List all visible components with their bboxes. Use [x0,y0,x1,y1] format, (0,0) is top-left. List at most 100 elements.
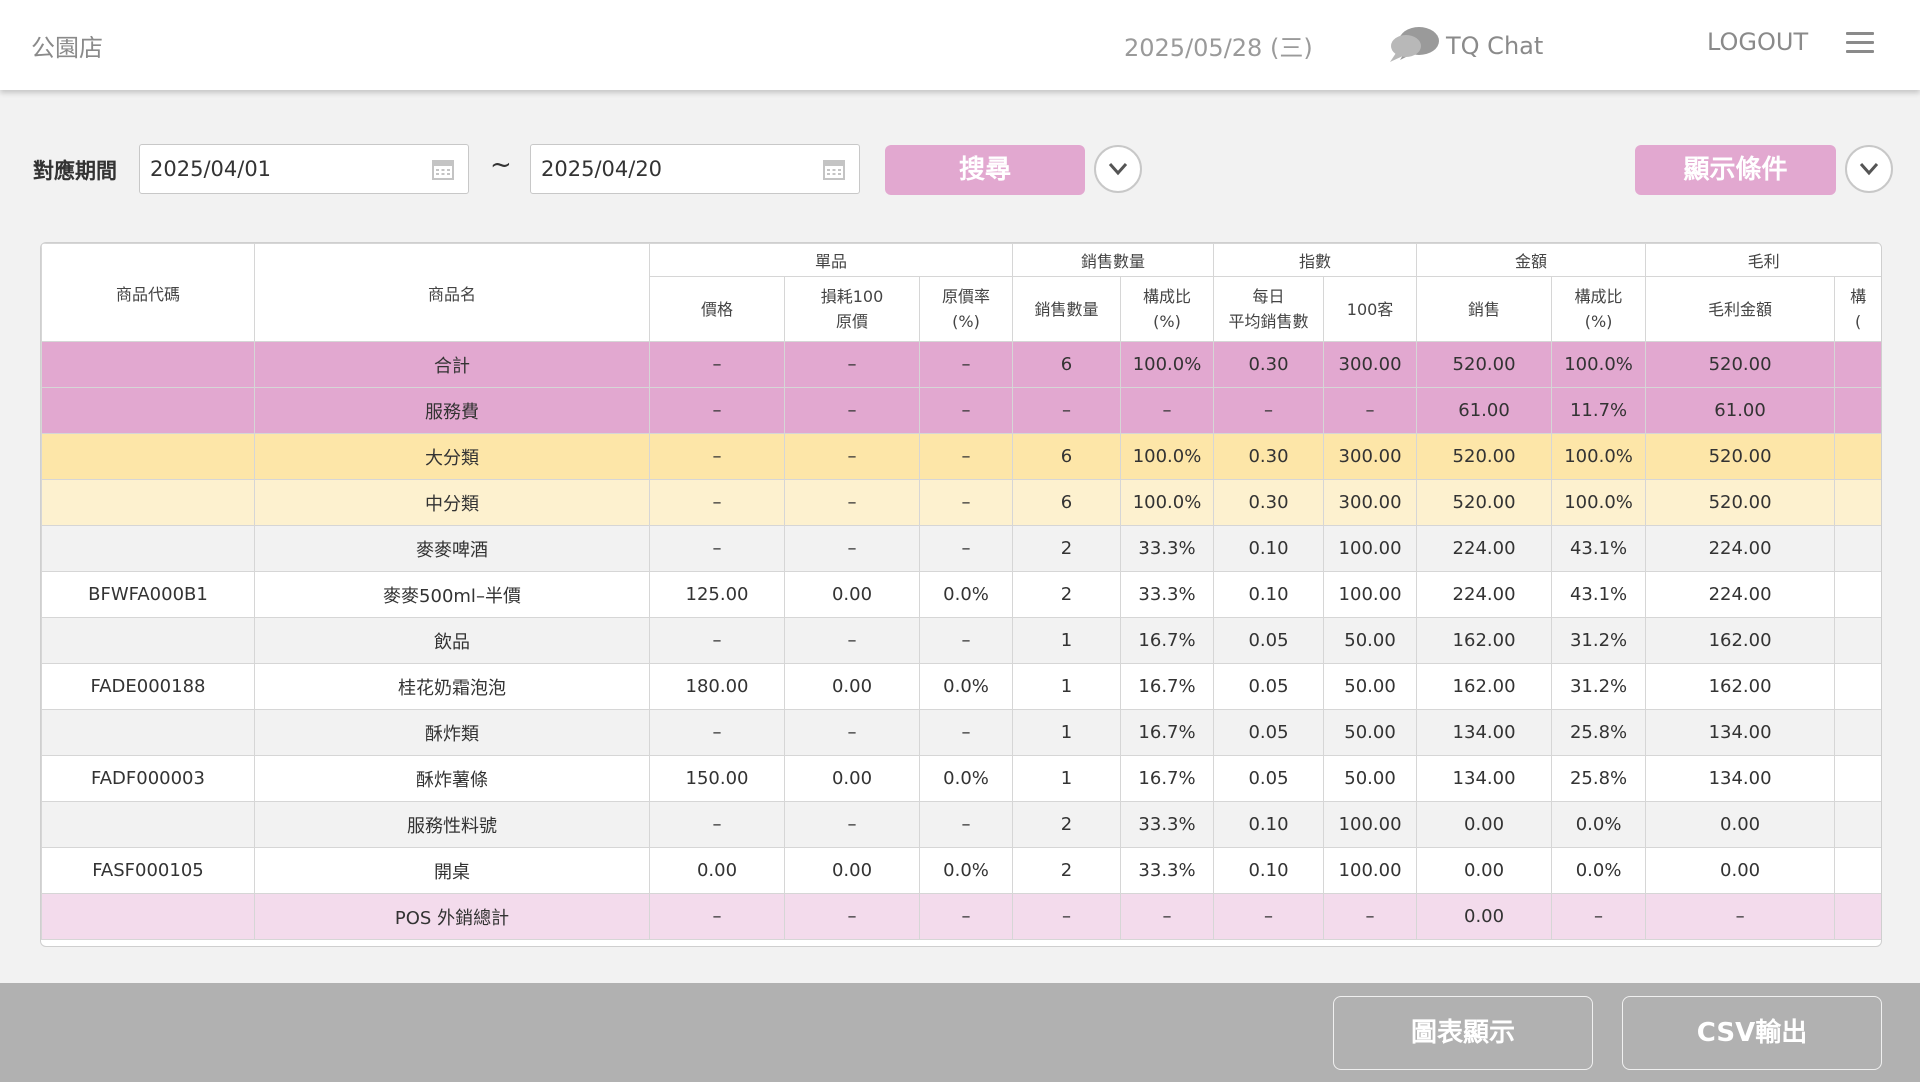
cell-qty: – [1012,893,1122,940]
cell-name: 酥炸類 [254,709,650,756]
cell-sales: 0.00 [1416,801,1553,848]
cell-gp-ratio [1834,847,1881,894]
table-row[interactable]: FADF000003 酥炸薯條 150.00 0.00 0.0% 1 16.7% 0.05 50… [41,755,1881,802]
table-row[interactable]: FADE000188 桂花奶霜泡泡 180.00 0.00 0.0% 1 16.7% 0.05… [41,663,1881,710]
cell-per100: 100.00 [1323,571,1418,618]
chat-bubble-icon [1390,27,1439,62]
date-to-field[interactable] [530,144,860,194]
table-row[interactable]: 中分類 – – –6 100.0% 0.30 300.00 520.00 100.0% 520.0… [41,479,1881,526]
logout-button[interactable]: LOGOUT [1707,28,1808,56]
cell-cost-rate: 0.0% [918,847,1014,894]
cell-gp-ratio [1834,433,1881,480]
cell-loss: 0.00 [784,571,920,618]
hamburger-menu-icon[interactable] [1846,32,1874,54]
cell-qty: 1 [1012,617,1122,664]
cell-qty: 6 [1012,341,1122,388]
calendar-icon[interactable] [432,158,454,180]
date-to-input[interactable] [541,157,801,181]
cell-name: 大分類 [254,433,650,480]
cell-name: 服務費 [254,387,650,434]
cell-sales-ratio: 43.1% [1551,525,1647,572]
cell-price: – [649,709,785,756]
cell-name: POS 外銷總計 [254,893,650,940]
cell-price: – [649,479,785,526]
cell-code [41,479,255,526]
cell-qty-ratio: 33.3% [1120,801,1215,848]
display-conditions-button[interactable]: 顯示條件 [1635,145,1836,195]
col-header-per100: 100客 [1323,276,1418,342]
table-row[interactable]: BFWFA000B1 麥麥500ml–半價 125.00 0.00 0.0% 2 33.3%… [41,571,1881,618]
csv-export-button[interactable]: CSV輸出 [1622,996,1882,1070]
cell-gp: 520.00 [1645,479,1836,526]
col-header-gp-amount: 毛利金額 [1645,276,1836,342]
cell-qty: 2 [1012,525,1122,572]
cell-qty-ratio: 16.7% [1120,617,1215,664]
cell-qty: 1 [1012,755,1122,802]
cell-sales: 520.00 [1416,479,1553,526]
col-header-qty-ratio: 構成比 (%) [1120,276,1215,342]
header-date: 2025/05/28 (三) [1124,34,1313,62]
cell-qty-ratio: 33.3% [1120,571,1215,618]
cell-gp-ratio [1834,617,1881,664]
table-row[interactable]: 合計 – – –6 100.0% 0.30 300.00 520.00 100.0% 520.00 [41,341,1881,388]
cell-sales-ratio: 25.8% [1551,709,1647,756]
cell-qty: 2 [1012,847,1122,894]
cell-qty-ratio: 100.0% [1120,479,1215,526]
cell-code [41,341,255,388]
cell-code [41,709,255,756]
cell-per100: 300.00 [1323,341,1418,388]
cell-daily: 0.30 [1213,433,1325,480]
group-header-item: 單品 [648,243,1014,277]
cell-gp-ratio [1834,755,1881,802]
cell-code [41,801,255,848]
cell-qty-ratio: 16.7% [1120,663,1215,710]
cell-qty: 1 [1012,663,1122,710]
cell-daily: – [1213,387,1325,434]
search-options-toggle[interactable] [1094,145,1142,193]
cell-cost-rate: – [918,479,1014,526]
cell-price: – [649,801,785,848]
cell-loss: – [784,525,920,572]
table-row[interactable]: 飲品 – – –1 16.7% 0.05 50.00 162.00 31.2% 162.00 [41,617,1881,664]
period-label: 對應期間 [33,159,117,183]
cell-daily: 0.05 [1213,663,1325,710]
cell-loss: – [784,433,920,480]
date-from-input[interactable] [150,157,410,181]
cell-sales-ratio: 31.2% [1551,663,1647,710]
cell-sales: 61.00 [1416,387,1553,434]
cell-loss: – [784,617,920,664]
table-row[interactable]: 服務費 – – – – – – –61.00 11.7% 61.00 [41,387,1881,434]
cell-loss: – [784,709,920,756]
table-row[interactable]: POS 外銷總計 – – – – – – –0.00– – [41,893,1881,940]
cell-cost-rate: – [918,341,1014,388]
group-header-gross-profit: 毛利 [1645,243,1881,277]
date-from-field[interactable] [139,144,469,194]
cell-qty-ratio: 33.3% [1120,847,1215,894]
cell-qty-ratio: 100.0% [1120,433,1215,480]
cell-code: FADF000003 [41,755,255,802]
cell-sales: 134.00 [1416,709,1553,756]
table-row[interactable]: FASF000105 開桌 0.00 0.00 0.0% 2 33.3% 0.10 100.00… [41,847,1881,894]
cell-gp: 61.00 [1645,387,1836,434]
cell-per100: 100.00 [1323,847,1418,894]
sales-table-container[interactable]: 商品代碼 商品名 單品 銷售數量 指數 金額 毛利 價格 損耗100 原價 原價率… [40,242,1882,947]
cell-price: – [649,433,785,480]
cell-name: 合計 [254,341,650,388]
table-body: 合計 – – –6 100.0% 0.30 300.00 520.00 100.0% 520.00… [41,341,1881,940]
display-conditions-toggle[interactable] [1845,145,1893,193]
tq-chat-button[interactable]: TQ Chat [1386,24,1543,68]
table-row[interactable]: 麥麥啤酒 – – –2 33.3% 0.10 100.00 224.00 43.1% 224.00 [41,525,1881,572]
cell-qty: 6 [1012,479,1122,526]
cell-cost-rate: 0.0% [918,571,1014,618]
col-header-code: 商品代碼 [41,243,255,342]
search-button[interactable]: 搜尋 [885,145,1085,195]
cell-sales: 224.00 [1416,525,1553,572]
cell-sales-ratio: 11.7% [1551,387,1647,434]
cell-gp: 520.00 [1645,433,1836,480]
table-row[interactable]: 服務性料號 – – –2 33.3% 0.10 100.00 0.00 0.0% 0.00 [41,801,1881,848]
chart-display-button[interactable]: 圖表顯示 [1333,996,1593,1070]
cell-price: 180.00 [649,663,785,710]
table-row[interactable]: 酥炸類 – – –1 16.7% 0.05 50.00 134.00 25.8% 134.00 [41,709,1881,756]
calendar-icon[interactable] [823,158,845,180]
table-row[interactable]: 大分類 – – –6 100.0% 0.30 300.00 520.00 100.0% 520.0… [41,433,1881,480]
